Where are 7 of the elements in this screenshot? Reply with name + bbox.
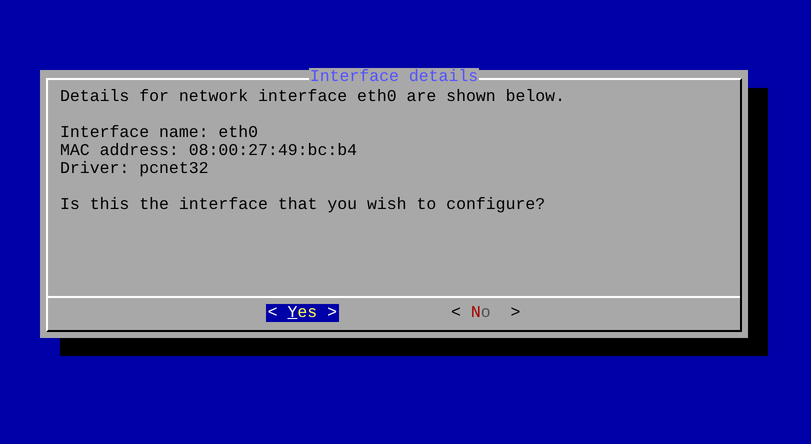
dialog-text: Details for network interface eth0 are shown below. <box>60 88 566 106</box>
dialog-text: MAC address: 08:00:27:49:bc:b4 <box>60 142 358 160</box>
dialog-text: Is this the interface that you wish to configure? <box>60 196 546 214</box>
dialog-text: Driver: pcnet32 <box>60 160 210 178</box>
dialog-button[interactable]: < No > <box>449 304 522 322</box>
dialog-button[interactable]: < Yes > <box>266 304 339 322</box>
dialog-text: Interface name: eth0 <box>60 124 260 142</box>
